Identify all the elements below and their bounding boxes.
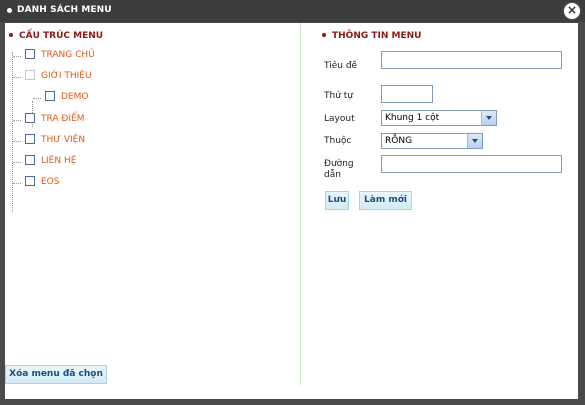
tree-label-gioi-thieu[interactable]: GIỚI THIỆU (41, 71, 92, 81)
parent-select-value: RỖNG (385, 136, 413, 146)
layout-select[interactable]: Khung 1 cột (381, 110, 497, 126)
menu-structure-panel: CẤU TRÚC MENU TRANG CHỦ GIỚI THIỆU DEMO … (5, 23, 301, 385)
title-bullet-icon (7, 8, 12, 13)
heading-bullet-icon (322, 32, 326, 37)
chevron-down-icon[interactable] (467, 134, 482, 148)
tree-label-eos[interactable]: EOS (41, 177, 59, 187)
delete-selected-button[interactable]: Xóa menu đã chọn (5, 365, 107, 384)
checkbox-tra-diem[interactable] (25, 113, 35, 123)
tree-branch (13, 183, 21, 184)
tree-branch (13, 141, 21, 142)
order-label: Thứ tự (324, 91, 353, 101)
tree-branch (13, 120, 21, 121)
checkbox-trang-chu[interactable] (25, 49, 35, 59)
checkbox-lien-he[interactable] (25, 155, 35, 165)
checkbox-demo[interactable] (45, 91, 55, 101)
layout-select-value: Khung 1 cột (385, 113, 440, 123)
tree-label-thu-vien[interactable]: THƯ VIỆN (41, 135, 85, 145)
dialog-content: CẤU TRÚC MENU TRANG CHỦ GIỚI THIỆU DEMO … (5, 23, 578, 399)
tree-branch (13, 162, 21, 163)
parent-label: Thuộc (324, 136, 352, 146)
path-input[interactable] (381, 155, 562, 173)
menu-structure-heading-text: CẤU TRÚC MENU (19, 31, 104, 41)
checkbox-eos[interactable] (25, 176, 35, 186)
path-label-line2: dẫn (324, 170, 341, 180)
dialog-title: DANH SÁCH MENU (17, 5, 112, 15)
dialog-window: DANH SÁCH MENU × CẤU TRÚC MENU TRANG CHỦ (0, 0, 585, 405)
tree-branch (13, 77, 21, 78)
tree-label-demo[interactable]: DEMO (61, 92, 88, 102)
tree-label-lien-he[interactable]: LIÊN HỆ (41, 156, 76, 166)
close-button[interactable]: × (563, 2, 581, 20)
parent-select[interactable]: RỖNG (381, 133, 483, 149)
tree-connector (12, 52, 13, 212)
tree-label-tra-diem[interactable]: TRA ĐIỂM (41, 114, 84, 124)
checkbox-thu-vien[interactable] (25, 134, 35, 144)
reset-button[interactable]: Làm mới (359, 191, 412, 210)
tree-branch (13, 56, 21, 57)
tree-branch (33, 98, 41, 99)
order-input[interactable] (381, 85, 433, 103)
layout-label: Layout (324, 114, 355, 124)
title-bar: DANH SÁCH MENU × (0, 0, 585, 22)
chevron-down-icon[interactable] (481, 111, 496, 125)
path-label-line1: Đường (324, 159, 354, 169)
title-label: Tiêu đề (324, 61, 358, 71)
save-button[interactable]: Lưu (325, 191, 349, 210)
checkbox-gioi-thieu[interactable] (25, 70, 35, 80)
tree-label-trang-chu[interactable]: TRANG CHỦ (41, 50, 95, 60)
title-input[interactable] (381, 51, 562, 69)
heading-bullet-icon (9, 32, 13, 37)
menu-info-heading: THÔNG TIN MENU (322, 31, 421, 41)
menu-info-heading-text: THÔNG TIN MENU (332, 31, 422, 41)
menu-structure-heading: CẤU TRÚC MENU (9, 31, 103, 41)
